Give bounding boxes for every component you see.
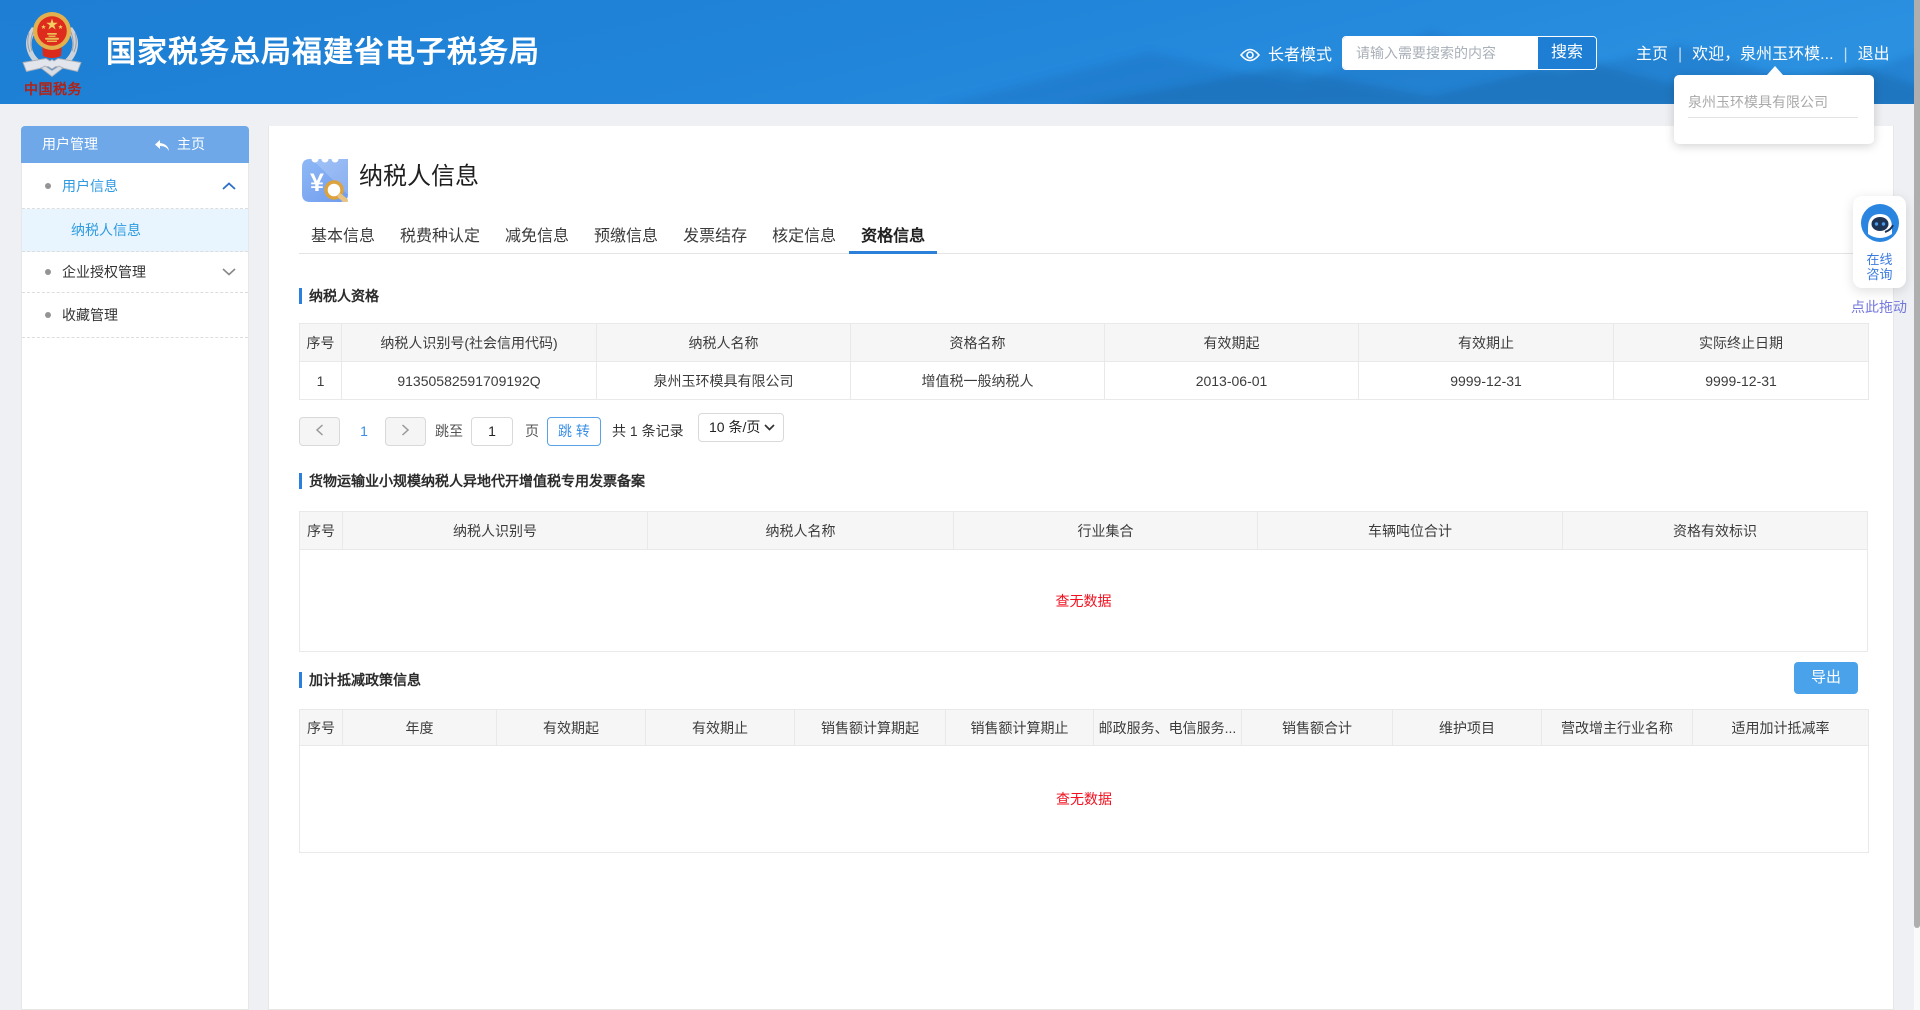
svg-text:中国税务: 中国税务 [24,81,82,98]
svg-text:¥: ¥ [310,169,324,197]
